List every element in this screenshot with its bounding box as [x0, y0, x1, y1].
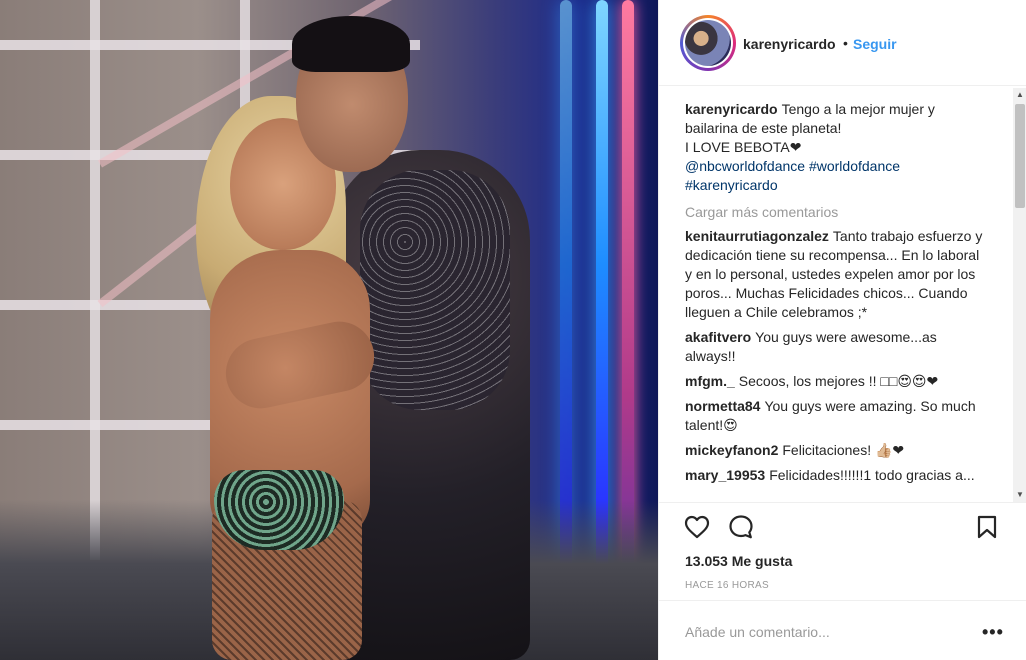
comment-item: mfgm._ Secoos, los mejores !! □□😍😍❤ — [685, 372, 987, 391]
comments-list: karenyricardo Tengo a la mejor mujer y ba… — [685, 100, 987, 491]
avatar-image — [685, 20, 731, 66]
header-separator: • — [843, 35, 848, 51]
caption-tag[interactable]: #worldofdance — [809, 158, 900, 174]
comment-text: Secoos, los mejores !! □□😍😍❤ — [738, 373, 939, 389]
comment-text: Felicidades!!!!!!1 todo gracias a... — [769, 467, 975, 483]
comment-item: mickeyfanon2 Felicitaciones! 👍🏼❤ — [685, 441, 987, 460]
comment-username[interactable]: mfgm._ — [685, 373, 735, 389]
more-options-button[interactable]: ••• — [982, 623, 1004, 641]
post-panel: karenyricardo • Seguir karenyricardo Teng… — [658, 0, 1026, 660]
dancer-woman-costume — [214, 470, 344, 550]
comment-username[interactable]: normetta84 — [685, 398, 760, 414]
dancer-man-hair — [292, 16, 410, 72]
caption: karenyricardo Tengo a la mejor mujer y ba… — [685, 100, 987, 195]
comment-item: normetta84 You guys were amazing. So much… — [685, 397, 987, 435]
caption-username[interactable]: karenyricardo — [685, 101, 778, 117]
comment-item: akafitvero You guys were awesome...as alw… — [685, 328, 987, 366]
comment-username[interactable]: mickeyfanon2 — [685, 442, 778, 458]
load-more-comments-link[interactable]: Cargar más comentarios — [685, 203, 987, 222]
comment-username[interactable]: akafitvero — [685, 329, 751, 345]
comment-text: Felicitaciones! 👍🏼❤ — [782, 442, 905, 458]
bookmark-icon[interactable] — [973, 513, 1001, 541]
post-photo[interactable] — [0, 0, 658, 660]
heart-emoji: ❤ — [789, 139, 802, 155]
post-timestamp[interactable]: HACE 16 HORAS — [685, 580, 769, 591]
avatar-frame — [683, 18, 733, 68]
comment-username[interactable]: mary_19953 — [685, 467, 765, 483]
avatar[interactable] — [680, 15, 736, 71]
comment-username[interactable]: kenitaurrutiagonzalez — [685, 228, 829, 244]
comments-section[interactable]: karenyricardo Tengo a la mejor mujer y ba… — [659, 86, 1026, 502]
comments-scrollbar[interactable]: ▲ ▼ — [1013, 88, 1026, 502]
comment-item: kenitaurrutiagonzalez Tanto trabajo esfue… — [685, 227, 987, 322]
follow-button[interactable]: Seguir — [853, 36, 897, 52]
add-comment-bar: ••• — [659, 600, 1026, 660]
scroll-down-arrow-icon[interactable]: ▼ — [1013, 488, 1026, 502]
caption-tag[interactable]: @nbcworldofdance — [685, 158, 805, 174]
likes-count[interactable]: 13.053 Me gusta — [685, 553, 792, 569]
caption-tag[interactable]: #karenyricardo — [685, 177, 778, 193]
post-header: karenyricardo • Seguir — [659, 0, 1026, 86]
header-username[interactable]: karenyricardo — [743, 36, 836, 52]
add-comment-input[interactable] — [685, 621, 965, 643]
scrollbar-thumb[interactable] — [1015, 104, 1025, 208]
stage-truss — [90, 0, 100, 560]
speech-bubble-icon[interactable] — [727, 513, 755, 541]
dancer-man-sleeve — [360, 170, 510, 410]
heart-outline-icon[interactable] — [683, 513, 711, 541]
scroll-up-arrow-icon[interactable]: ▲ — [1013, 88, 1026, 102]
comment-item: mary_19953 Felicidades!!!!!!1 todo gracia… — [685, 466, 987, 485]
